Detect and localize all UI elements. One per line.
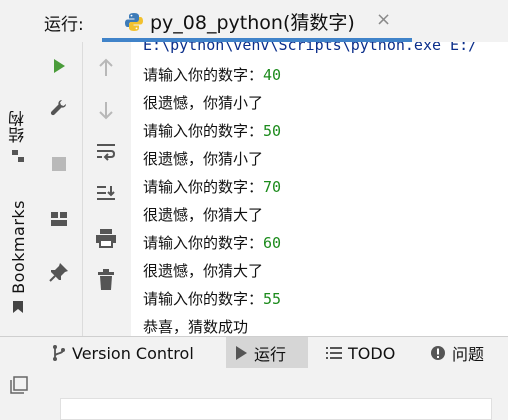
console-line-text: 请输入你的数字： <box>143 66 264 84</box>
pin-tab-button[interactable] <box>45 258 73 286</box>
console-line-text: 请输入你的数字： <box>143 178 264 196</box>
console-user-input: 50 <box>263 122 282 140</box>
previous-occurrence-button[interactable] <box>92 54 120 82</box>
run-config-tab-title: py_08_python(猜数字) <box>150 12 355 34</box>
pin-icon <box>49 263 68 282</box>
console-output-line: 恭喜，猜数成功 <box>143 316 248 336</box>
run-config-tab[interactable]: py_08_python(猜数字) × <box>102 0 436 42</box>
console-prompt-line: 请输入你的数字：70 <box>143 176 281 197</box>
tab-problems-label: 问题 <box>452 345 485 364</box>
bookmark-icon <box>13 300 23 313</box>
rerun-button[interactable] <box>45 52 73 80</box>
console-line-text: 恭喜，猜数成功 <box>143 318 249 336</box>
console-line-text: 请输入你的数字： <box>143 234 264 252</box>
run-tool-window-header: 运行: py_08_python(猜数字) × <box>36 0 508 43</box>
tab-version-control[interactable]: Version Control <box>44 337 222 369</box>
soft-wrap-icon <box>97 144 116 161</box>
console-prompt-line: 请输入你的数字：40 <box>143 64 281 85</box>
console-prompt-line: 请输入你的数字：55 <box>143 288 281 309</box>
run-toolbar-primary <box>36 42 83 336</box>
tab-version-control-label: Version Control <box>72 343 194 363</box>
console-output-line: 很遗憾，你猜大了 <box>143 260 263 281</box>
soft-wrap-button[interactable] <box>92 138 120 166</box>
bookmarks-tab[interactable]: Bookmarks <box>0 200 36 314</box>
console-command-line: E:\python\venv\Scripts\python.exe E:/ <box>143 42 477 54</box>
console-line-text: 很遗憾，你猜小了 <box>143 150 264 168</box>
console-user-input: 55 <box>263 290 282 308</box>
problems-icon <box>430 345 446 361</box>
wrench-icon <box>50 100 66 116</box>
console-user-input: 40 <box>263 66 282 84</box>
tab-todo[interactable]: TODO <box>318 337 414 369</box>
list-icon <box>326 346 342 360</box>
next-occurrence-button[interactable] <box>92 96 120 124</box>
python-icon <box>125 13 143 31</box>
console-output-line: 很遗憾，你猜小了 <box>143 92 263 113</box>
stop-button[interactable] <box>45 150 73 178</box>
left-tool-strip: 结构 Bookmarks <box>0 0 37 336</box>
structure-tab[interactable]: 结构 <box>0 110 36 163</box>
tab-run-label: 运行 <box>254 345 287 364</box>
run-label: 运行: <box>44 15 84 35</box>
bottom-tool-window-bar: Version Control 运行 TODO 问题 <box>0 336 508 370</box>
window-icon[interactable] <box>10 376 28 394</box>
tab-todo-label: TODO <box>348 343 396 363</box>
trash-icon <box>98 269 114 290</box>
console-line-text: E:\python\venv\Scripts\python.exe E:/ <box>143 42 478 54</box>
console-prompt-line: 请输入你的数字：50 <box>143 120 281 141</box>
console-line-text: 请输入你的数字： <box>143 290 264 308</box>
console-output-line: 很遗憾，你猜大了 <box>143 204 263 225</box>
arrow-down-icon <box>99 102 113 120</box>
structure-icon <box>12 150 24 162</box>
scroll-to-end-icon <box>97 186 115 200</box>
status-bar <box>0 368 508 420</box>
console-line-text: 很遗憾，你猜大了 <box>143 262 264 280</box>
stop-icon <box>52 157 66 171</box>
console-user-input: 60 <box>263 234 282 252</box>
tab-run[interactable]: 运行 <box>226 337 308 369</box>
console-user-input: 70 <box>263 178 282 196</box>
run-icon <box>234 345 248 361</box>
scroll-to-end-button[interactable] <box>92 180 120 208</box>
tab-problems[interactable]: 问题 <box>422 337 502 369</box>
bookmarks-tab-label: Bookmarks <box>8 200 28 294</box>
console-output[interactable]: E:\python\venv\Scripts\python.exe E:/ 请输入… <box>131 42 508 336</box>
run-toolbar-secondary <box>83 42 131 336</box>
restore-layout-button[interactable] <box>45 205 73 233</box>
branch-icon <box>52 344 66 362</box>
console-output-line: 很遗憾，你猜小了 <box>143 148 263 169</box>
print-button[interactable] <box>92 224 120 252</box>
console-line-text: 很遗憾，你猜小了 <box>143 94 264 112</box>
arrow-up-icon <box>99 58 113 76</box>
print-icon <box>96 229 116 248</box>
editor-preview-area <box>60 398 492 420</box>
console-line-text: 请输入你的数字： <box>143 122 264 140</box>
close-icon[interactable]: × <box>376 9 391 30</box>
run-icon <box>54 59 65 73</box>
clear-all-button[interactable] <box>92 266 120 294</box>
console-line-text: 很遗憾，你猜大了 <box>143 206 264 224</box>
layout-icon <box>51 212 67 226</box>
structure-tab-label: 结构 <box>8 110 27 143</box>
edit-configuration-button[interactable] <box>45 94 73 122</box>
console-prompt-line: 请输入你的数字：60 <box>143 232 281 253</box>
